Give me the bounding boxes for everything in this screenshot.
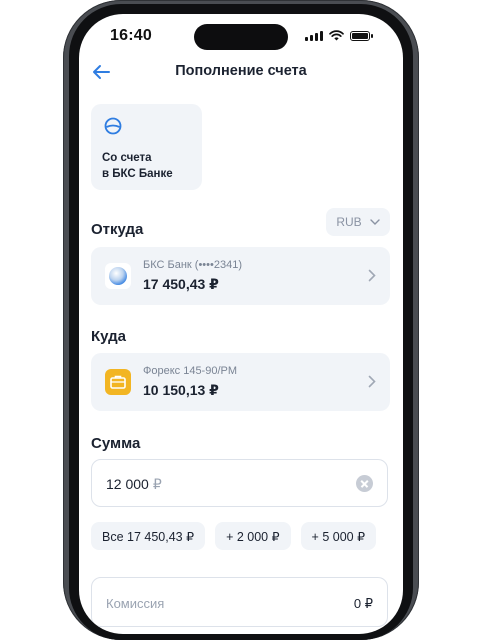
amount-value: 12 000 ₽ xyxy=(106,476,162,493)
app-screen: 16:40 Пополнение счета Со счета в БКС Ба… xyxy=(79,14,403,634)
quick-amount-all[interactable]: Все 17 450,43 ₽ xyxy=(91,522,206,550)
cellular-signal-icon xyxy=(305,30,323,41)
from-account-name: БКС Банк (••••2341) xyxy=(143,259,242,271)
to-account-name: Форекс 145-90/PM xyxy=(143,365,238,377)
to-section-label: Куда xyxy=(91,328,126,345)
quick-amount-5000[interactable]: + 5 000 ₽ xyxy=(300,522,377,550)
page-title: Пополнение счета xyxy=(175,63,307,79)
currency-select[interactable]: RUB xyxy=(326,208,390,236)
chevron-down-icon xyxy=(369,219,380,225)
source-tile-label: Со счета в БКС Банке xyxy=(102,152,173,180)
amount-input[interactable]: 12 000 ₽ xyxy=(91,459,388,507)
status-icons xyxy=(305,30,373,41)
commission-row: Комиссия 0 ₽ xyxy=(91,577,388,627)
quick-amount-2000[interactable]: + 2 000 ₽ xyxy=(215,522,291,550)
from-account-amount: 17 450,43 ₽ xyxy=(143,276,219,292)
battery-icon xyxy=(350,30,373,41)
sum-section-label: Сумма xyxy=(91,435,141,452)
amount-currency: ₽ xyxy=(152,476,162,492)
wifi-icon xyxy=(329,30,344,41)
status-time: 16:40 xyxy=(110,27,152,44)
commission-value: 0 ₽ xyxy=(353,596,373,611)
dynamic-island xyxy=(194,24,288,50)
briefcase-icon xyxy=(105,369,131,395)
from-account-card[interactable]: БКС Банк (••••2341) 17 450,43 ₽ xyxy=(91,247,390,305)
to-account-card[interactable]: Форекс 145-90/PM 10 150,13 ₽ xyxy=(91,353,390,411)
chevron-right-icon xyxy=(368,269,376,282)
quick-amounts: Все 17 450,43 ₽ + 2 000 ₽ + 5 000 ₽ xyxy=(91,522,377,550)
currency-value: RUB xyxy=(336,215,362,229)
bks-bank-logo-icon xyxy=(105,263,131,289)
from-section-label: Откуда xyxy=(91,221,144,238)
source-tile-bks-bank[interactable]: Со счета в БКС Банке xyxy=(91,104,202,190)
amount-number: 12 000 xyxy=(106,476,149,492)
commission-label: Комиссия xyxy=(106,596,165,611)
chevron-right-icon xyxy=(368,375,376,388)
header: Пополнение счета xyxy=(79,60,403,84)
to-account-amount: 10 150,13 ₽ xyxy=(143,382,219,398)
bks-logo-icon xyxy=(104,117,122,135)
clear-icon[interactable] xyxy=(356,475,373,492)
